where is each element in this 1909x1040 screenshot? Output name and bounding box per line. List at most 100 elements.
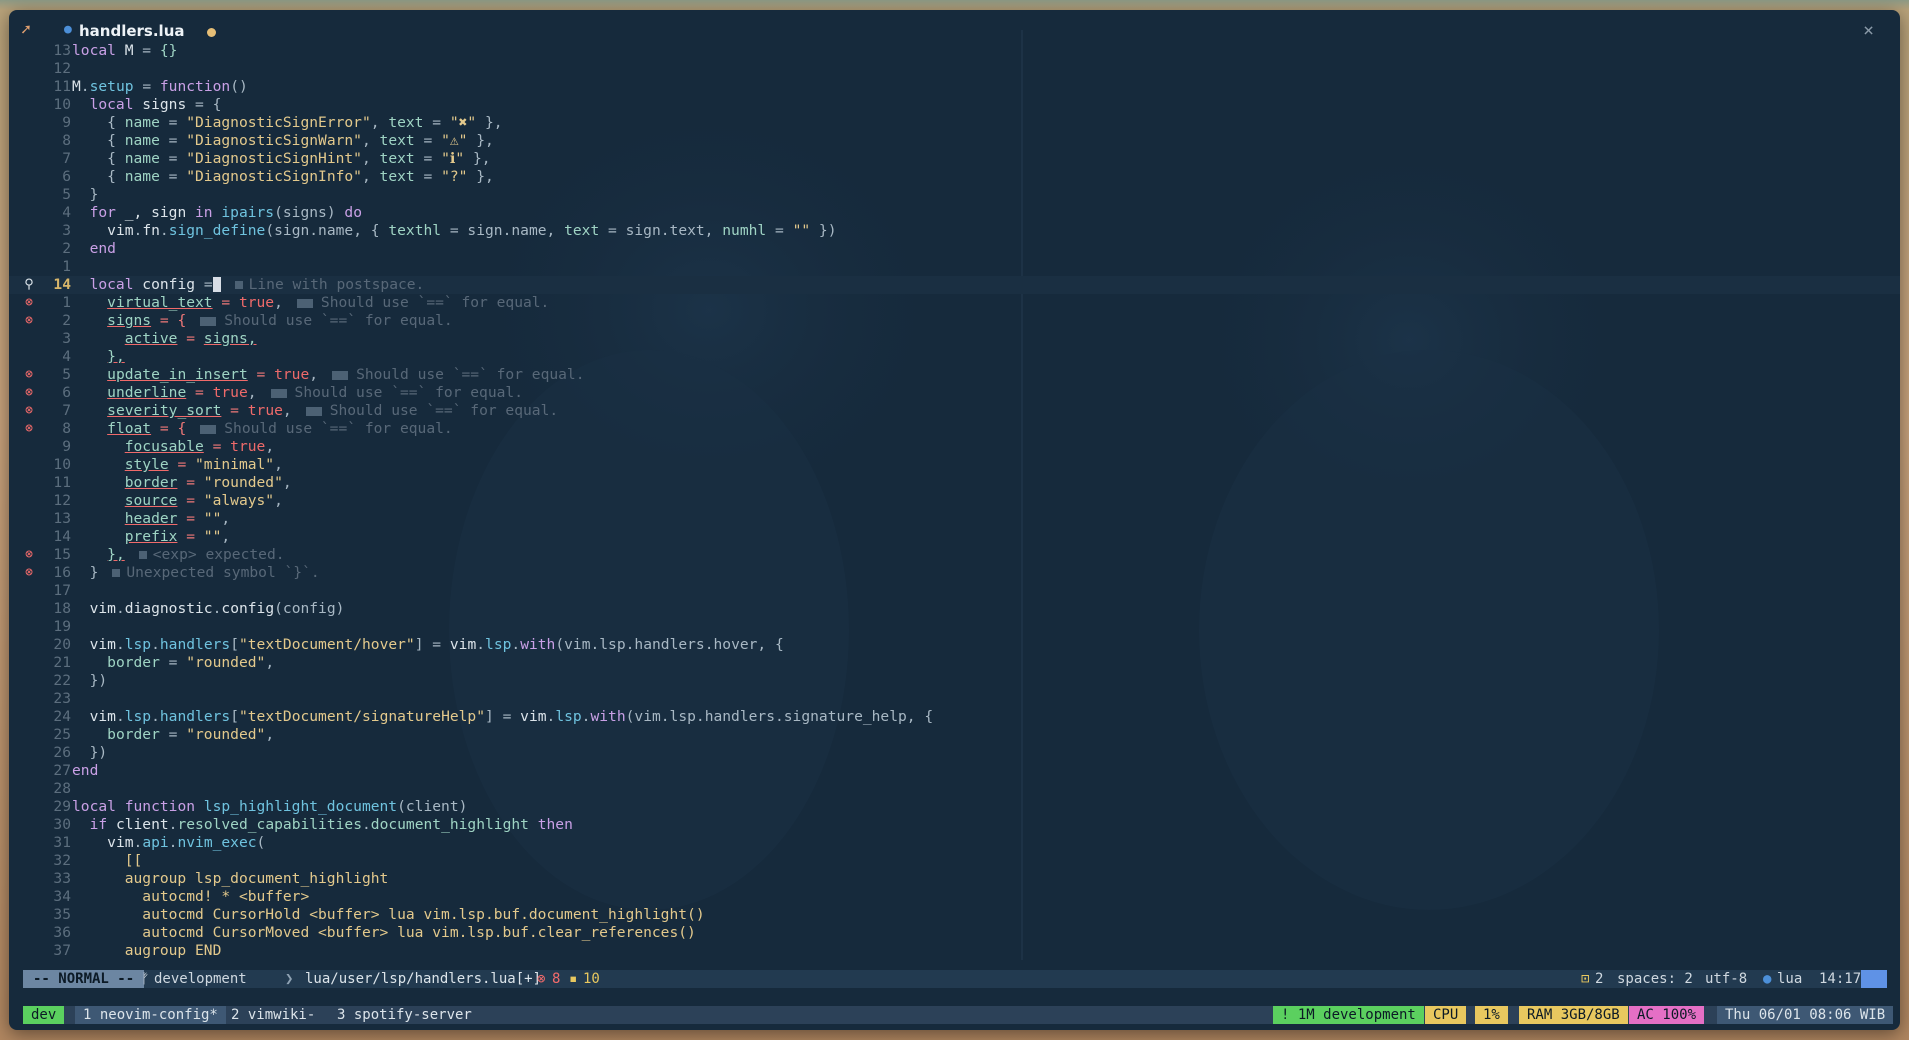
line-number: 11: [53, 474, 71, 491]
diagnostic-marker-icon: [138, 551, 147, 559]
code-line[interactable]: 1: [9, 258, 1900, 276]
code-line[interactable]: ⊗ 1 virtual_text = true, Should use `==` f…: [9, 294, 1900, 312]
code-token: "DiagnosticSignHint": [186, 150, 362, 167]
code-line[interactable]: 7 { name = "DiagnosticSignHint", text = …: [9, 150, 1900, 168]
code-line[interactable]: ⊗ 7 severity_sort = true, Should use `==` …: [9, 402, 1900, 420]
code-line[interactable]: 29 local function lsp_highlight_document(…: [9, 798, 1900, 816]
code-line[interactable]: 10 style = "minimal",: [9, 456, 1900, 474]
separator-icon: ❯: [285, 971, 294, 987]
code-token: =: [203, 438, 231, 455]
code-line[interactable]: 36 autocmd CursorMoved <buffer> lua vim.…: [9, 924, 1900, 942]
code-token: .: [133, 834, 143, 851]
code-line[interactable]: 24 vim.lsp.handlers["textDocument/signat…: [9, 708, 1900, 726]
line-number: 21: [53, 654, 71, 671]
line-code: if client.resolved_capabilities.document…: [72, 816, 573, 834]
code-line[interactable]: 4 for _, sign in ipairs(signs) do: [9, 204, 1900, 222]
code-line[interactable]: 3 vim.fn.sign_define(sign.name, { texthl…: [9, 222, 1900, 240]
line-number: 12: [53, 60, 71, 77]
code-token: border: [124, 474, 178, 491]
code-token: lsp: [555, 708, 582, 725]
code-line[interactable]: 20 vim.lsp.handlers["textDocument/hover"…: [9, 636, 1900, 654]
code-line[interactable]: 9 { name = "DiagnosticSignError", text =…: [9, 114, 1900, 132]
git-branch: development: [154, 971, 247, 987]
code-line[interactable]: 13 header = "",: [9, 510, 1900, 528]
code-line[interactable]: 13 local M = {}: [9, 42, 1900, 60]
code-token: M: [115, 42, 143, 59]
diagnostic-marker-icon: [305, 406, 322, 416]
close-icon[interactable]: ×: [1863, 20, 1874, 41]
code-token: "": [203, 528, 222, 545]
code-line[interactable]: 11 border = "rounded",: [9, 474, 1900, 492]
buffer-tab-filename[interactable]: handlers.lua: [79, 22, 185, 40]
code-line[interactable]: 21 border = "rounded",: [9, 654, 1900, 672]
code-line[interactable]: 11 M.setup = function(): [9, 78, 1900, 96]
editor-buffer[interactable]: 13 local M = {} 12 11 M.setup = function() 10…: [9, 42, 1900, 960]
line-code: local function lsp_highlight_document(cl…: [72, 798, 467, 816]
line-code: local config = Line with postspace.: [72, 276, 425, 294]
code-line[interactable]: 6 { name = "DiagnosticSignInfo", text = …: [9, 168, 1900, 186]
code-token: {: [72, 132, 125, 149]
tmux-window-2[interactable]: 2 vimwiki-: [223, 1006, 323, 1024]
line-number: 6: [62, 168, 71, 185]
code-token: ,: [265, 726, 275, 743]
code-line[interactable]: 12 source = "always",: [9, 492, 1900, 510]
tmux-window-1[interactable]: 1 neovim-config*: [75, 1006, 226, 1024]
code-line[interactable]: ⊗ 6 underline = true, Should use `==` for …: [9, 384, 1900, 402]
code-token: },: [476, 114, 503, 131]
code-line[interactable]: 10 local signs = {: [9, 96, 1900, 114]
code-token: ,: [361, 132, 380, 149]
line-number: 29: [53, 798, 71, 815]
code-line[interactable]: ⊗ 5 update_in_insert = true, Should use `=…: [9, 366, 1900, 384]
code-line[interactable]: 17: [9, 582, 1900, 600]
code-line[interactable]: ⊗ 8 float = {Should use `==` for equal.: [9, 420, 1900, 438]
virtual-text-diagnostic: Should use `==` for equal.: [292, 402, 558, 419]
code-line[interactable]: ⊗ 16 } Unexpected symbol `}`.: [9, 564, 1900, 582]
code-line[interactable]: 33 augroup lsp_document_highlight: [9, 870, 1900, 888]
file-encoding: utf-8: [1705, 971, 1748, 987]
code-line[interactable]: 31 vim.api.nvim_exec(: [9, 834, 1900, 852]
code-token: header: [124, 510, 178, 527]
code-line[interactable]: 22 }): [9, 672, 1900, 690]
code-token: ,: [265, 654, 275, 671]
line-number: 7: [62, 150, 71, 167]
code-line[interactable]: 2 end: [9, 240, 1900, 258]
code-line[interactable]: ⊗ 15 }, <exp> expected.: [9, 546, 1900, 564]
code-line[interactable]: 5 }: [9, 186, 1900, 204]
code-line[interactable]: 12: [9, 60, 1900, 78]
code-line[interactable]: 34 autocmd! * <buffer>: [9, 888, 1900, 906]
line-code: }, <exp> expected.: [72, 546, 284, 564]
code-line[interactable]: 37 augroup END: [9, 942, 1900, 960]
code-token: virtual_text: [107, 294, 213, 311]
code-token: in: [195, 204, 213, 221]
code-token: = {: [151, 420, 187, 437]
tmux-window-3[interactable]: 3 spotify-server: [329, 1006, 480, 1024]
line-number: 16: [53, 564, 71, 581]
line-number: 13: [53, 510, 71, 527]
code-line[interactable]: 32 [[: [9, 852, 1900, 870]
code-line[interactable]: 3 active = signs,: [9, 330, 1900, 348]
terminal-window[interactable]: ➚ ● handlers.lua × 13 local M = {} 12 11 M.s…: [9, 10, 1900, 1030]
code-line[interactable]: 23: [9, 690, 1900, 708]
code-line[interactable]: 25 border = "rounded",: [9, 726, 1900, 744]
code-line[interactable]: ⊗ 2 signs = {Should use `==` for equal.: [9, 312, 1900, 330]
code-line[interactable]: 14 prefix = "",: [9, 528, 1900, 546]
code-line[interactable]: 4 },: [9, 348, 1900, 366]
code-line[interactable]: ⚲ 14 local config = Line with postspace.: [9, 276, 1900, 294]
code-line[interactable]: 27 end: [9, 762, 1900, 780]
code-line[interactable]: 28: [9, 780, 1900, 798]
code-line[interactable]: 26 }): [9, 744, 1900, 762]
code-line[interactable]: 35 autocmd CursorHold <buffer> lua vim.l…: [9, 906, 1900, 924]
line-number: 12: [53, 492, 71, 509]
code-line[interactable]: 8 { name = "DiagnosticSignWarn", text = …: [9, 132, 1900, 150]
code-line[interactable]: 9 focusable = true,: [9, 438, 1900, 456]
code-token: autocmd CursorMoved <buffer> lua vim.lsp…: [142, 924, 696, 941]
code-token: style: [124, 456, 169, 473]
line-number: 11: [53, 78, 71, 95]
datetime: Thu 06/01 08:06 WIB: [1717, 1006, 1894, 1024]
code-line[interactable]: 18 vim.diagnostic.config(config): [9, 600, 1900, 618]
code-line[interactable]: 19: [9, 618, 1900, 636]
tmux-session[interactable]: dev: [23, 1006, 65, 1024]
code-line[interactable]: 30 if client.resolved_capabilities.docum…: [9, 816, 1900, 834]
